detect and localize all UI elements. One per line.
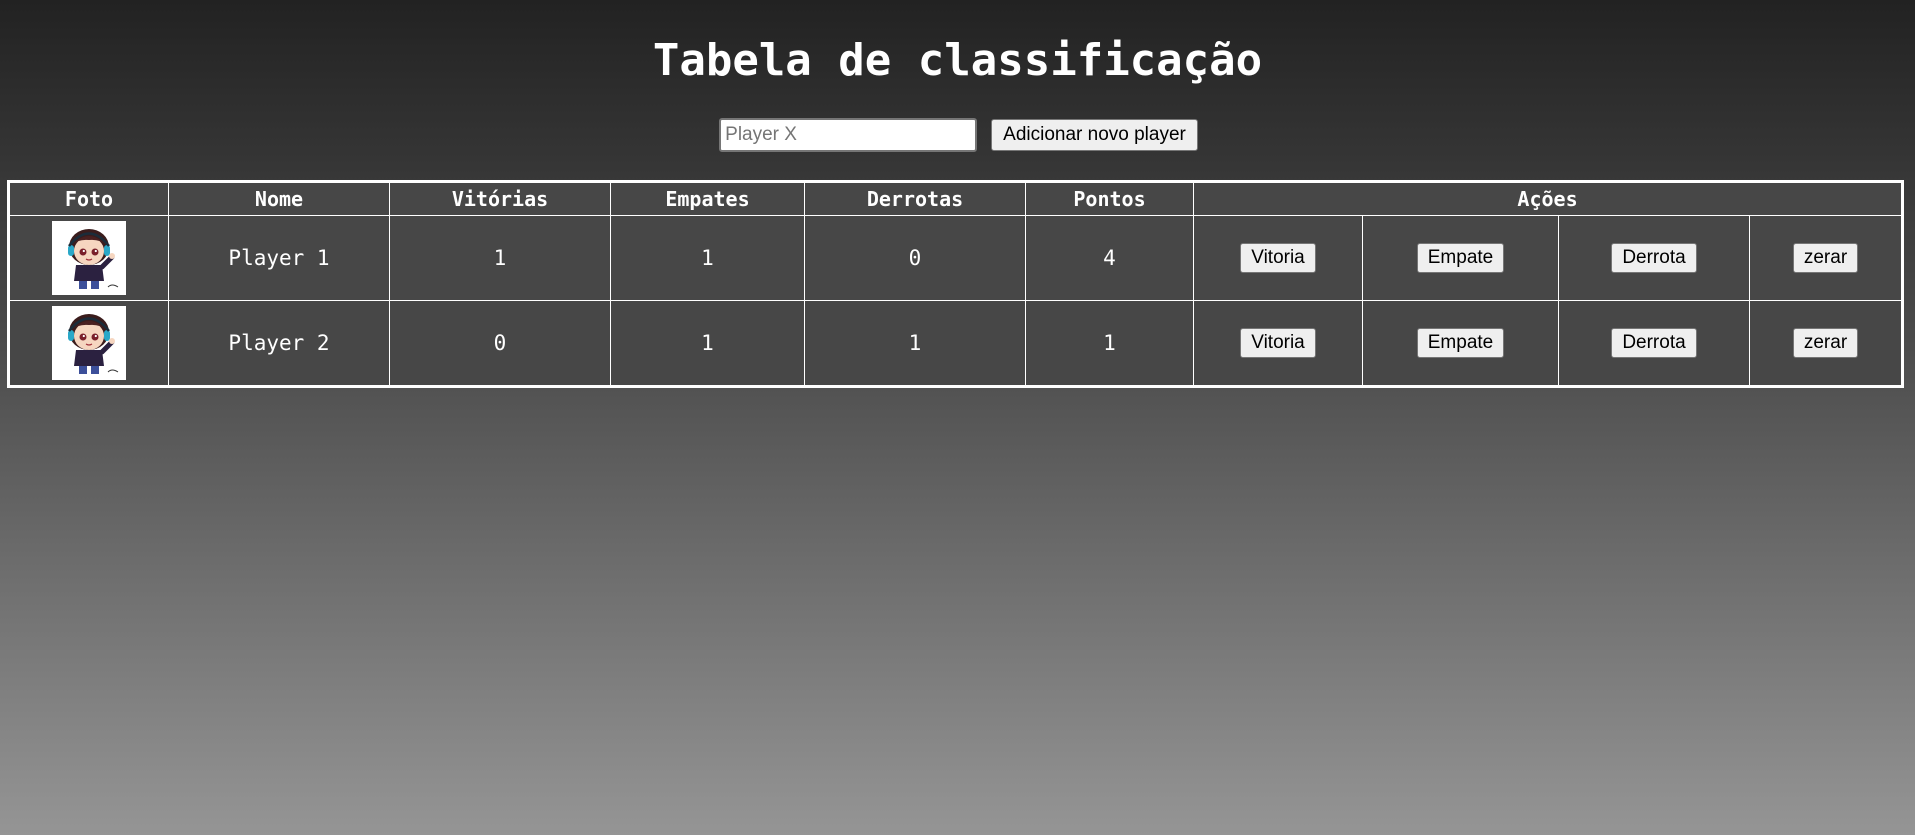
foto-cell (8, 215, 169, 301)
empates-value: 1 (610, 300, 805, 387)
table-header-row: Foto Nome Vitórias Empates Derrotas Pont… (8, 181, 1904, 216)
ranking-table-container: Foto Nome Vitórias Empates Derrotas Pont… (7, 180, 1905, 388)
vitorias-value: 0 (389, 300, 611, 387)
empate-button[interactable]: Empate (1416, 243, 1505, 273)
derrotas-value: 1 (804, 300, 1026, 387)
action-cell: Empate (1362, 215, 1559, 301)
empates-value: 1 (610, 215, 805, 301)
action-cell: Derrota (1558, 215, 1750, 301)
vitoria-button[interactable]: Vitoria (1240, 328, 1316, 358)
table-row: Player 2 0 1 1 1 Vitoria Empate Derrota … (8, 300, 1904, 387)
header-foto: Foto (8, 181, 169, 216)
vitoria-button[interactable]: Vitoria (1240, 243, 1316, 273)
action-cell: zerar (1748, 215, 1904, 301)
avatar-icon (52, 306, 126, 380)
zerar-button[interactable]: zerar (1792, 328, 1859, 358)
header-pontos: Pontos (1025, 181, 1194, 216)
action-cell: Derrota (1558, 300, 1750, 387)
player-name-input[interactable] (719, 118, 978, 152)
zerar-button[interactable]: zerar (1792, 243, 1859, 273)
header-vitorias: Vitórias (389, 181, 611, 216)
derrotas-value: 0 (804, 215, 1026, 301)
action-cell: Vitoria (1193, 300, 1363, 387)
pontos-value: 1 (1025, 300, 1194, 387)
empate-button[interactable]: Empate (1416, 328, 1505, 358)
derrota-button[interactable]: Derrota (1611, 328, 1697, 358)
derrota-button[interactable]: Derrota (1611, 243, 1697, 273)
header-derrotas: Derrotas (804, 181, 1026, 216)
header-empates: Empates (610, 181, 805, 216)
ranking-table: Foto Nome Vitórias Empates Derrotas Pont… (7, 180, 1905, 388)
foto-cell (8, 300, 169, 387)
action-cell: Vitoria (1193, 215, 1363, 301)
player-name: Player 2 (168, 300, 390, 387)
action-cell: Empate (1362, 300, 1559, 387)
header-acoes: Ações (1192, 181, 1904, 216)
vitorias-value: 1 (389, 215, 611, 301)
add-player-bar: Adicionar novo player (0, 118, 1915, 152)
avatar-icon (52, 221, 126, 295)
pontos-value: 4 (1025, 215, 1194, 301)
header-nome: Nome (168, 181, 390, 216)
page-title: Tabela de classificação (652, 35, 1263, 86)
table-row: Player 1 1 1 0 4 Vitoria Empate Derrota … (8, 215, 1904, 301)
player-name: Player 1 (168, 215, 390, 301)
add-player-button[interactable]: Adicionar novo player (991, 119, 1198, 151)
action-cell: zerar (1748, 300, 1904, 387)
